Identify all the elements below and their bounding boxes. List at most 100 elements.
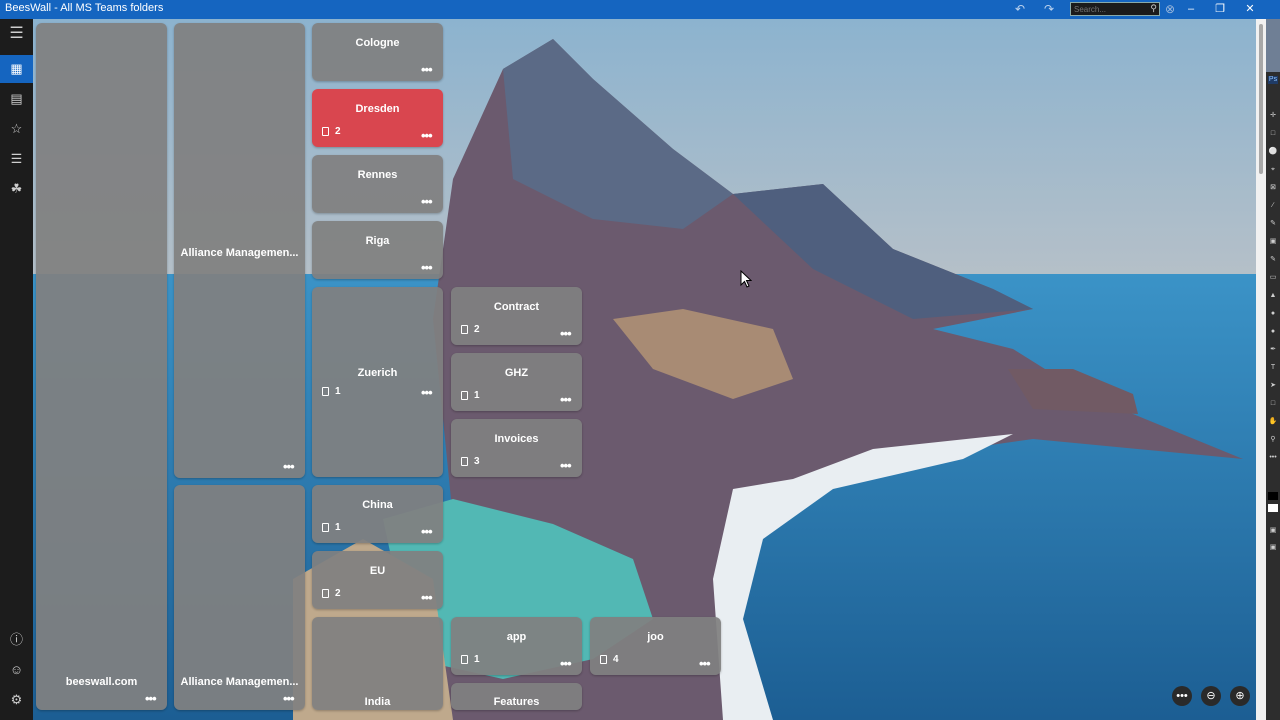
crop-tool-icon[interactable]: ⌖ [1268,166,1278,174]
folder-name: India [364,696,391,708]
settings-gear-icon[interactable]: ⚙ [0,686,33,714]
more-options-icon[interactable]: ••• [421,386,435,399]
more-options-icon[interactable]: ••• [560,393,574,406]
document-icon [322,523,329,532]
folder-tile[interactable]: Alliance Managemen... ••• [174,485,305,710]
minimize-button[interactable]: – [1178,1,1204,18]
more-icon[interactable]: ••• [1172,686,1192,706]
lasso-tool-icon[interactable]: ⚪ [1268,148,1278,156]
folder-tile-selected[interactable]: Dresden 2 ••• [312,89,443,147]
more-options-icon[interactable]: ••• [699,657,713,670]
blur-tool-icon[interactable]: ● [1268,310,1278,318]
path-select-icon[interactable]: ➤ [1268,382,1278,390]
folder-tile[interactable]: Cologne ••• [312,23,443,81]
folder-tile[interactable]: Features [451,683,582,710]
brush-tool-icon[interactable]: ✎ [1268,220,1278,228]
folder-name: Invoices [494,433,539,445]
folder-name: Alliance Managemen... [180,676,299,688]
star-icon[interactable]: ☆ [0,115,33,143]
document-count: 3 [461,456,480,468]
close-button[interactable]: ✕ [1237,1,1263,18]
list-icon[interactable]: ☰ [0,145,33,173]
zoom-out-icon[interactable]: ⊖ [1201,686,1221,706]
folder-name: Alliance Managemen... [180,247,299,259]
eraser-tool-icon[interactable]: ▭ [1268,274,1278,282]
folder-name: Cologne [355,37,400,49]
more-tools-icon[interactable]: ••• [1268,454,1278,462]
zoom-in-icon[interactable]: ⊕ [1230,686,1250,706]
document-count: 1 [322,522,341,534]
move-tool-icon[interactable]: ✛ [1268,112,1278,120]
document-icon [600,655,607,664]
redo-icon[interactable]: ↷ [1039,1,1059,18]
restore-button[interactable]: ❐ [1207,1,1233,18]
folder-tile[interactable]: Zuerich 1 ••• [312,287,443,477]
eyedropper-tool-icon[interactable]: ∕ [1268,202,1278,210]
folder-tile[interactable]: EU 2 ••• [312,551,443,609]
folder-name: China [362,499,393,511]
zoom-tool-icon[interactable]: ⚲ [1268,436,1278,444]
folder-name: Rennes [357,169,398,181]
quick-mask-icon[interactable]: ▣ [1268,527,1278,535]
folder-tile[interactable]: Invoices 3 ••• [451,419,582,477]
document-icon [322,589,329,598]
info-icon[interactable]: ⓘ [0,626,33,654]
document-count: 1 [322,386,341,398]
frame-tool-icon[interactable]: ⊠ [1268,184,1278,192]
folder-tile[interactable]: Riga ••• [312,221,443,279]
document-count: 4 [600,654,619,666]
folder-tile[interactable]: joo 4 ••• [590,617,721,675]
more-options-icon[interactable]: ••• [560,459,574,472]
more-options-icon[interactable]: ••• [145,692,159,705]
search-input[interactable] [1074,3,1144,15]
more-options-icon[interactable]: ••• [560,327,574,340]
more-options-icon[interactable]: ••• [283,460,297,473]
undo-icon[interactable]: ↶ [1010,1,1030,18]
document-icon [461,325,468,334]
folder-tile[interactable]: India [312,617,443,710]
vertical-scrollbar[interactable] [1256,19,1266,720]
more-options-icon[interactable]: ••• [421,261,435,274]
folder-tile[interactable]: app 1 ••• [451,617,582,675]
folder-tile[interactable]: China 1 ••• [312,485,443,543]
wall-grid-icon[interactable]: ▦ [0,55,33,83]
folder-tile[interactable]: GHZ 1 ••• [451,353,582,411]
scrollbar-thumb[interactable] [1259,24,1263,174]
document-count: 2 [322,126,341,138]
type-tool-icon[interactable]: T [1268,364,1278,372]
gradient-tool-icon[interactable]: ▲ [1268,292,1278,300]
mouse-cursor-icon [740,270,752,288]
folder-tile[interactable]: beeswall.com ••• [36,23,167,710]
history-brush-icon[interactable]: ✎ [1268,256,1278,264]
folder-tile[interactable]: Rennes ••• [312,155,443,213]
folder-name: EU [369,565,386,577]
more-options-icon[interactable]: ••• [283,692,297,705]
hand-tool-icon[interactable]: ✋ [1268,418,1278,426]
more-options-icon[interactable]: ••• [421,129,435,142]
background-color-icon[interactable] [1268,504,1278,512]
tag-icon[interactable]: ☘ [0,175,33,203]
user-icon[interactable]: ☺ [0,656,33,684]
document-count: 2 [322,588,341,600]
stamp-tool-icon[interactable]: ▣ [1268,238,1278,246]
shape-tool-icon[interactable]: □ [1268,400,1278,408]
folder-tile[interactable]: Contract 2 ••• [451,287,582,345]
dodge-tool-icon[interactable]: ● [1268,328,1278,336]
navigation-rail: ☰ ▦ ▤ ☆ ☰ ☘ ⓘ ☺ ⚙ [0,19,33,720]
marquee-tool-icon[interactable]: □ [1268,130,1278,138]
search-box[interactable]: ⚲ [1070,2,1160,16]
more-options-icon[interactable]: ••• [421,195,435,208]
foreground-color-icon[interactable] [1268,492,1278,500]
clear-search-icon[interactable]: ⊗ [1160,1,1180,18]
document-count: 1 [461,654,480,666]
more-options-icon[interactable]: ••• [560,657,574,670]
pen-tool-icon[interactable]: ✒ [1268,346,1278,354]
hamburger-menu-icon[interactable]: ☰ [0,20,33,48]
screen-mode-icon[interactable]: ▣ [1268,544,1278,552]
more-options-icon[interactable]: ••• [421,591,435,604]
search-icon[interactable]: ⚲ [1150,3,1157,14]
presentation-icon[interactable]: ▤ [0,85,33,113]
folder-tile[interactable]: Alliance Managemen... ••• [174,23,305,478]
more-options-icon[interactable]: ••• [421,63,435,76]
more-options-icon[interactable]: ••• [421,525,435,538]
